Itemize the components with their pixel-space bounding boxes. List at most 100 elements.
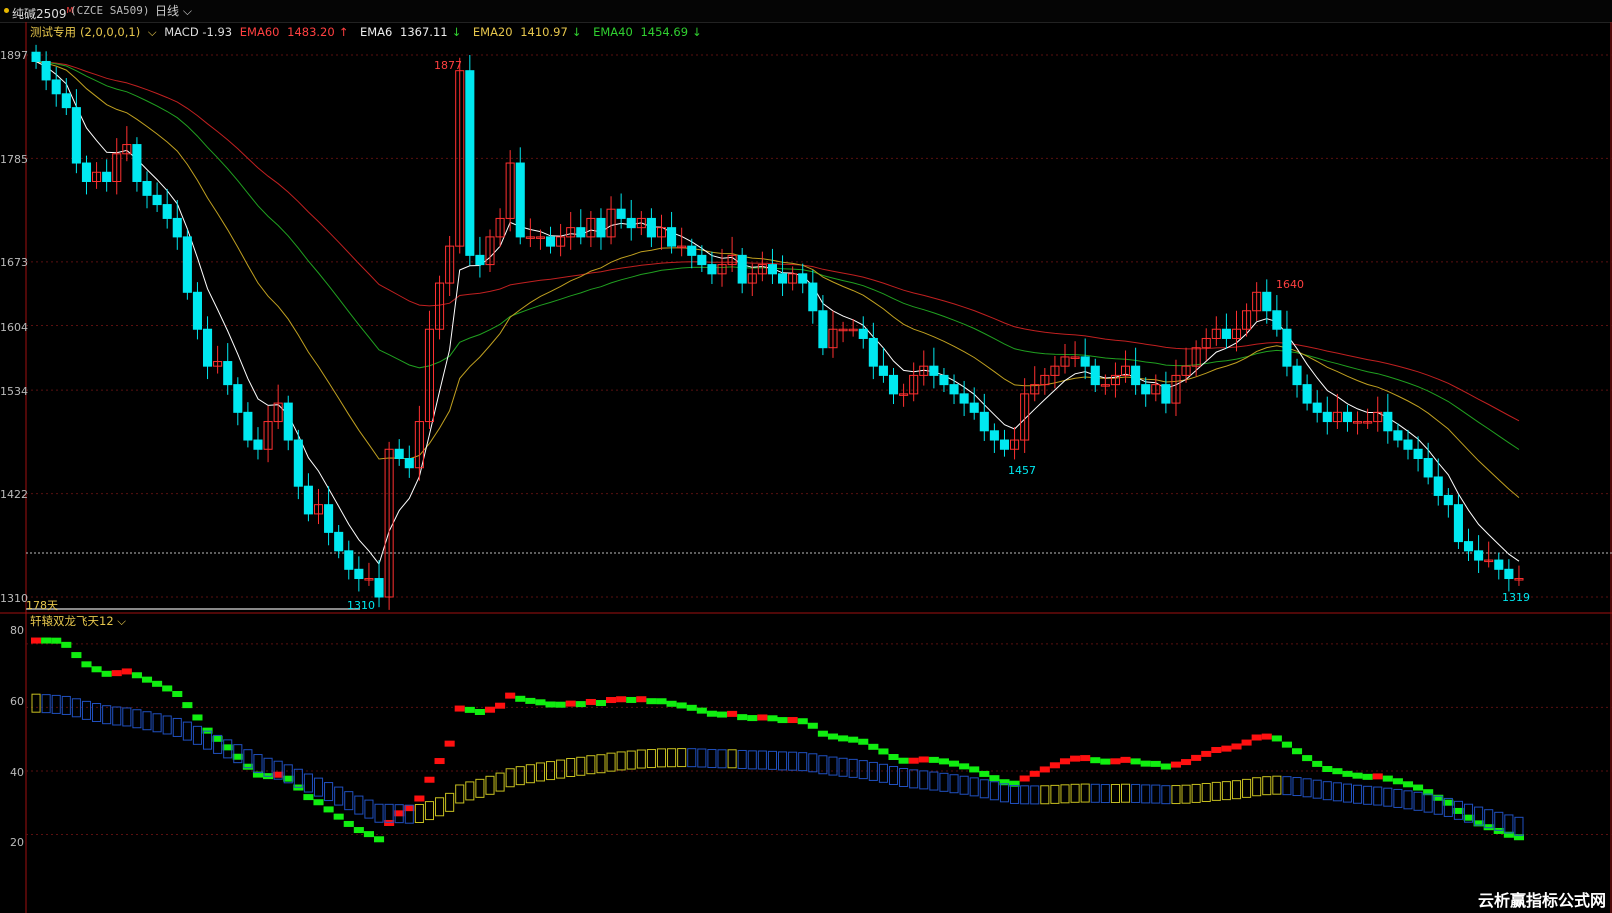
sub-fast-bar — [555, 701, 566, 708]
sub-slow-bar — [1060, 784, 1070, 804]
candle-body — [545, 236, 556, 247]
candle-body — [616, 208, 626, 219]
sub-slow-bar — [31, 693, 41, 713]
sub-fast-bar — [1322, 766, 1333, 773]
sub-fast-bar — [888, 754, 899, 761]
sub-slow-bar — [435, 797, 445, 817]
sub-fast-bar — [918, 756, 929, 763]
candle-body — [334, 531, 344, 552]
sub-fast-bar — [827, 733, 839, 740]
sub-fast-bar — [1342, 770, 1353, 777]
sub-slow-bar — [1494, 811, 1504, 831]
high-annotation: 1877 — [434, 59, 462, 72]
sub-fast-bar — [212, 735, 223, 742]
sub-slow-bar — [354, 795, 364, 815]
sub-slow-bar — [626, 750, 636, 770]
sub-slow-bar — [1010, 784, 1020, 804]
sub-slow-bar — [1262, 776, 1272, 796]
sub-fast-bar — [363, 831, 374, 838]
sub-slow-bar — [505, 768, 515, 788]
candle-body — [1322, 411, 1332, 423]
candle-body — [929, 365, 939, 376]
candle-body — [687, 245, 697, 256]
sub-slow-bar — [182, 721, 192, 741]
candle-body — [233, 384, 243, 413]
sub-y-axis-label: 80 — [10, 624, 24, 637]
sub-fast-bar — [797, 718, 808, 725]
candle-body — [1453, 504, 1463, 543]
sub-slow-bar — [1161, 785, 1171, 805]
candle-body — [303, 485, 313, 515]
sub-slow-bar — [858, 760, 868, 780]
sub-fast-bar — [1019, 775, 1030, 782]
sub-fast-bar — [595, 700, 607, 707]
sub-fast-bar — [938, 758, 949, 765]
sub-slow-bar — [919, 770, 929, 790]
candle-body — [626, 217, 636, 229]
sub-fast-bar — [878, 748, 889, 755]
sub-slow-bar — [888, 766, 899, 786]
sub-fast-bar — [1271, 735, 1282, 742]
candle-body — [596, 217, 606, 238]
sub-fast-bar — [1453, 807, 1464, 814]
sub-slow-bar — [1100, 784, 1110, 804]
sub-slow-bar — [475, 778, 485, 798]
sub-fast-bar — [1352, 772, 1363, 779]
sub-slow-bar — [1373, 786, 1383, 806]
candle-body — [1262, 291, 1272, 312]
sub-fast-bar — [162, 685, 173, 692]
candle-body — [1403, 439, 1413, 450]
sub-fast-bar — [1120, 756, 1131, 763]
candle-body — [979, 411, 989, 432]
sub-fast-bar — [343, 820, 354, 827]
candle-body — [1463, 541, 1474, 552]
sub-fast-bar — [394, 810, 405, 817]
sub-fast-bar — [1392, 778, 1403, 785]
sub-slow-bar — [81, 700, 92, 720]
sub-slow-bar — [1332, 782, 1342, 802]
candle-body — [949, 384, 959, 395]
sub-fast-bar — [575, 701, 586, 708]
sub-fast-bar — [1261, 733, 1272, 740]
sub-fast-bar — [404, 805, 415, 812]
sub-slow-bar — [757, 750, 767, 770]
sub-fast-bar — [706, 710, 717, 717]
ema6-line — [35, 61, 1520, 566]
sub-slow-bar — [1171, 785, 1181, 805]
sub-slow-bar — [1322, 781, 1332, 801]
sub-slow-bar — [1131, 783, 1141, 803]
sub-slow-bar — [1242, 778, 1252, 798]
candle-body — [697, 254, 707, 266]
sub-fast-bar — [61, 641, 72, 648]
sub-slow-bar — [102, 705, 112, 725]
sub-indicator-legend[interactable]: 轩辕双龙飞天12 ⌵ — [30, 613, 126, 629]
days-count: 178天 — [26, 599, 58, 612]
sub-slow-bar — [1141, 784, 1151, 804]
price-chart[interactable] — [0, 0, 1612, 913]
sub-fast-bar — [1493, 827, 1504, 834]
sub-slow-bar — [112, 706, 122, 726]
sub-fast-bar — [676, 702, 687, 709]
sub-slow-bar — [122, 707, 132, 727]
sub-fast-bar — [192, 714, 203, 721]
candle-body — [737, 254, 747, 284]
sub-slow-bar — [1120, 783, 1131, 803]
candle-body — [102, 171, 112, 182]
sub-fast-bar — [454, 705, 465, 712]
candle-body — [868, 337, 878, 367]
sub-slow-bar — [1302, 778, 1312, 798]
candle-body — [243, 411, 253, 441]
sub-slow-bar — [1393, 788, 1403, 808]
sub-slow-bar — [848, 758, 858, 778]
sub-slow-bar — [697, 748, 707, 768]
sub-fast-bar — [353, 827, 364, 834]
sub-fast-bar — [1372, 773, 1383, 780]
sub-fast-bar — [333, 813, 344, 820]
candle-body — [394, 448, 404, 459]
candle-body — [1504, 568, 1514, 580]
sub-slow-bar — [414, 804, 424, 824]
candle-body — [1443, 494, 1453, 506]
sub-fast-bar — [1160, 763, 1171, 770]
y-axis-label: 1534 — [0, 385, 28, 398]
sub-fast-bar — [1140, 760, 1151, 767]
